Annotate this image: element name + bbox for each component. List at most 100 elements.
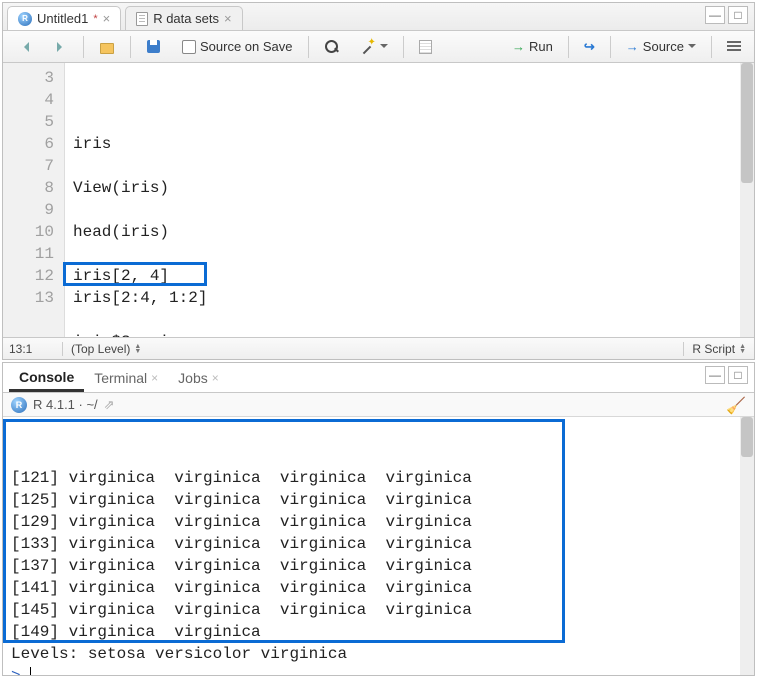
close-icon[interactable]: × (151, 371, 158, 385)
line-number: 10 (3, 221, 54, 243)
code-line[interactable]: head(iris) (73, 221, 748, 243)
console-input-line[interactable]: > (11, 665, 744, 675)
source-on-save-toggle[interactable]: Source on Save (175, 36, 300, 57)
code-line[interactable]: iris (73, 133, 748, 155)
code-line[interactable]: View(iris) (73, 177, 748, 199)
console-line: [133] virginica virginica virginica virg… (11, 533, 744, 555)
close-icon[interactable]: × (224, 11, 232, 26)
console-prompt: > (11, 667, 30, 675)
show-in-new-window-button[interactable] (92, 36, 122, 58)
tab-console[interactable]: Console (9, 365, 84, 392)
save-icon (146, 39, 162, 55)
compile-report-button[interactable] (412, 37, 439, 57)
rerun-button[interactable]: ↪ (577, 36, 602, 58)
source-button[interactable]: →Source (619, 36, 703, 57)
line-number: 9 (3, 199, 54, 221)
wand-icon (360, 39, 376, 55)
run-label: Run (529, 39, 553, 54)
outline-button[interactable] (720, 38, 748, 56)
pane-window-controls: — □ (705, 6, 748, 24)
line-number-gutter: 345678910111213 (3, 63, 65, 337)
cursor-position: 13:1 (3, 342, 63, 356)
rerun-icon: ↪ (584, 39, 595, 55)
clear-console-icon[interactable]: 🧹 (726, 396, 746, 416)
tab-label: Console (19, 369, 74, 385)
editor-scrollbar[interactable] (740, 63, 754, 337)
console-tabstrip: Console Terminal × Jobs × — □ (3, 363, 754, 393)
outline-icon (727, 41, 741, 53)
console-line: [145] virginica virginica virginica virg… (11, 599, 744, 621)
tab-label: R data sets (153, 11, 219, 26)
console-pane: Console Terminal × Jobs × — □ R R 4.1.1 · … (2, 362, 755, 676)
line-number: 13 (3, 287, 54, 309)
maximize-pane-icon[interactable]: □ (728, 6, 748, 24)
console-scrollbar[interactable] (740, 417, 754, 675)
minimize-pane-icon[interactable]: — (705, 6, 725, 24)
code-tools-button[interactable] (353, 36, 395, 58)
line-number: 7 (3, 155, 54, 177)
line-number: 6 (3, 133, 54, 155)
code-area[interactable]: iris View(iris) head(iris) iris[2, 4]iri… (65, 63, 754, 337)
close-icon[interactable]: × (212, 371, 219, 385)
scope-label: (Top Level) (71, 342, 130, 356)
scope-selector[interactable]: (Top Level) ▲▼ (63, 342, 683, 356)
search-icon (324, 39, 340, 55)
tab-jobs[interactable]: Jobs × (168, 366, 229, 390)
find-button[interactable] (317, 36, 347, 58)
r-icon: R (18, 12, 32, 26)
run-button[interactable]: → Run (505, 36, 560, 57)
chevron-down-icon (380, 44, 388, 52)
line-number: 4 (3, 89, 54, 111)
close-icon[interactable]: × (103, 11, 111, 26)
code-editor[interactable]: 345678910111213 iris View(iris) head(iri… (3, 63, 754, 337)
language-label: R Script (692, 342, 735, 356)
code-line[interactable]: iris$Species (73, 331, 748, 337)
language-selector[interactable]: R Script ▲▼ (683, 342, 754, 356)
open-window-icon (99, 39, 115, 55)
code-line[interactable] (73, 309, 748, 331)
arrow-right-icon (52, 39, 68, 55)
line-number: 12 (3, 265, 54, 287)
popout-icon[interactable]: ⇗ (104, 397, 115, 413)
tab-terminal[interactable]: Terminal × (84, 366, 168, 390)
r-icon: R (11, 397, 27, 413)
console-line: [125] virginica virginica virginica virg… (11, 489, 744, 511)
scrollbar-thumb[interactable] (741, 63, 753, 183)
minimize-pane-icon[interactable]: — (705, 366, 725, 384)
editor-statusbar: 13:1 (Top Level) ▲▼ R Script ▲▼ (3, 337, 754, 359)
line-number: 3 (3, 67, 54, 89)
code-line[interactable] (73, 155, 748, 177)
editor-tab-untitled1[interactable]: R Untitled1* × (7, 6, 121, 30)
arrow-left-icon (16, 39, 32, 55)
nav-back-button[interactable] (9, 36, 39, 58)
document-icon (136, 12, 148, 26)
line-number: 11 (3, 243, 54, 265)
updown-icon: ▲▼ (134, 344, 141, 354)
tab-label: Jobs (178, 370, 208, 386)
maximize-pane-icon[interactable]: □ (728, 366, 748, 384)
code-line[interactable] (73, 243, 748, 265)
console-line: Levels: setosa versicolor virginica (11, 643, 744, 665)
code-line[interactable]: iris[2:4, 1:2] (73, 287, 748, 309)
console-line: [121] virginica virginica virginica virg… (11, 467, 744, 489)
tab-label: Terminal (94, 370, 147, 386)
updown-icon: ▲▼ (739, 344, 746, 354)
editor-pane: R Untitled1* × R data sets × — □ Source … (2, 2, 755, 360)
editor-tab-r-data-sets[interactable]: R data sets × (125, 6, 242, 30)
console-line: [137] virginica virginica virginica virg… (11, 555, 744, 577)
code-line[interactable] (73, 199, 748, 221)
save-button[interactable] (139, 36, 169, 58)
scrollbar-thumb[interactable] (741, 417, 753, 457)
source-on-save-label: Source on Save (200, 39, 293, 54)
r-version-label: R 4.1.1 · ~/ (33, 397, 98, 412)
nav-forward-button[interactable] (45, 36, 75, 58)
source-icon: → (626, 39, 639, 54)
editor-toolbar: Source on Save → Run ↪ →Source (3, 31, 754, 63)
tab-label: Untitled1 (37, 11, 88, 26)
code-line[interactable]: iris[2, 4] (73, 265, 748, 287)
console-info-bar: R R 4.1.1 · ~/ ⇗ 🧹 (3, 393, 754, 417)
line-number: 8 (3, 177, 54, 199)
run-icon: → (512, 39, 525, 54)
chevron-down-icon (688, 44, 696, 52)
console-output[interactable]: [121] virginica virginica virginica virg… (3, 417, 754, 675)
